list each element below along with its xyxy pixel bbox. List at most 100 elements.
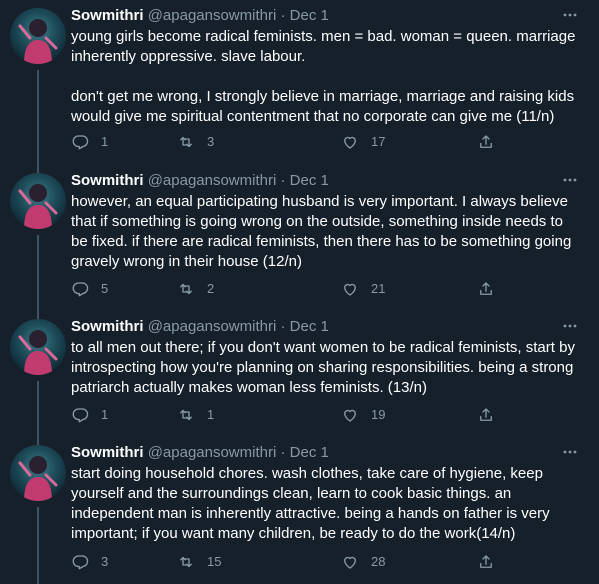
avatar-image <box>18 184 58 229</box>
reply-icon <box>72 282 89 297</box>
tweet[interactable]: Sowmithri @apagansowmithri · Dec 1 howev… <box>0 165 599 311</box>
more-icon <box>563 324 577 328</box>
retweet-button[interactable]: 15 <box>177 551 221 573</box>
thread-line <box>37 311 39 319</box>
separator: · <box>280 318 286 335</box>
like-count: 28 <box>371 554 386 569</box>
more-button[interactable] <box>561 443 579 461</box>
like-icon <box>344 409 356 422</box>
like-icon <box>344 283 356 296</box>
thread-line <box>37 165 39 173</box>
timestamp[interactable]: Dec 1 <box>290 7 329 24</box>
separator: · <box>280 7 286 24</box>
reply-count: 1 <box>101 407 109 422</box>
thread-line <box>37 70 39 165</box>
avatar-image <box>18 456 58 501</box>
display-name[interactable]: Sowmithri <box>71 7 144 24</box>
timestamp[interactable]: Dec 1 <box>290 444 329 461</box>
handle[interactable]: @apagansowmithri <box>148 318 277 335</box>
thread-line <box>37 437 39 445</box>
retweet-count: 3 <box>207 134 215 149</box>
reply-button[interactable]: 1 <box>71 404 108 426</box>
tweet-header: Sowmithri @apagansowmithri · Dec 1 <box>71 443 587 463</box>
tweet-actions: 1 1 19 <box>71 404 521 426</box>
tweet-actions: 5 2 21 <box>71 278 521 300</box>
thread-line <box>37 507 39 584</box>
timestamp[interactable]: Dec 1 <box>290 318 329 335</box>
retweet-button[interactable]: 2 <box>177 278 214 300</box>
more-icon <box>563 178 577 182</box>
tweet-header: Sowmithri @apagansowmithri · Dec 1 <box>71 317 587 337</box>
share-button[interactable] <box>477 278 507 300</box>
like-count: 17 <box>371 134 386 149</box>
retweet-count: 1 <box>207 407 215 422</box>
avatar-image <box>18 19 58 64</box>
like-button[interactable]: 21 <box>341 278 385 300</box>
reply-count: 5 <box>101 281 109 296</box>
handle[interactable]: @apagansowmithri <box>148 444 277 461</box>
display-name[interactable]: Sowmithri <box>71 172 144 189</box>
reply-icon <box>72 135 89 150</box>
tweet-actions: 3 15 28 <box>71 551 521 573</box>
reply-button[interactable]: 5 <box>71 278 108 300</box>
handle[interactable]: @apagansowmithri <box>148 172 277 189</box>
retweet-count: 15 <box>207 554 222 569</box>
reply-count: 3 <box>101 554 109 569</box>
like-button[interactable]: 19 <box>341 404 385 426</box>
handle[interactable]: @apagansowmithri <box>148 7 277 24</box>
tweet-text: to all men out there; if you don't want … <box>71 339 580 396</box>
retweet-icon <box>180 283 192 295</box>
more-icon <box>563 13 577 17</box>
like-count: 19 <box>371 407 386 422</box>
separator: · <box>280 444 286 461</box>
share-icon <box>480 555 492 568</box>
avatar[interactable] <box>10 8 66 64</box>
like-icon <box>344 556 356 569</box>
avatar[interactable] <box>10 445 66 501</box>
more-button[interactable] <box>561 6 579 24</box>
share-button[interactable] <box>477 131 507 153</box>
tweet-thread: Sowmithri @apagansowmithri · Dec 1 young… <box>0 0 599 584</box>
reply-button[interactable]: 3 <box>71 551 108 573</box>
tweet[interactable]: Sowmithri @apagansowmithri · Dec 1 start… <box>0 437 599 584</box>
reply-count: 1 <box>101 134 109 149</box>
retweet-count: 2 <box>207 281 215 296</box>
thread-line <box>37 235 39 311</box>
avatar-image <box>18 330 58 375</box>
retweet-icon <box>180 556 192 568</box>
like-icon <box>344 136 356 149</box>
like-button[interactable]: 17 <box>341 131 385 153</box>
tweet-header: Sowmithri @apagansowmithri · Dec 1 <box>71 171 587 191</box>
separator: · <box>280 172 286 189</box>
retweet-button[interactable]: 1 <box>177 404 214 426</box>
like-count: 21 <box>371 281 386 296</box>
retweet-icon <box>180 136 192 148</box>
thread-line <box>37 381 39 437</box>
more-button[interactable] <box>561 171 579 189</box>
more-icon <box>563 450 577 454</box>
reply-icon <box>72 408 89 423</box>
avatar[interactable] <box>10 173 66 229</box>
tweet-actions: 1 3 17 <box>71 131 521 153</box>
tweet-text: start doing household chores. wash cloth… <box>71 465 554 542</box>
display-name[interactable]: Sowmithri <box>71 318 144 335</box>
display-name[interactable]: Sowmithri <box>71 444 144 461</box>
timestamp[interactable]: Dec 1 <box>290 172 329 189</box>
share-icon <box>480 135 492 148</box>
tweet-text: however, an equal participating husband … <box>71 193 576 270</box>
share-icon <box>480 282 492 295</box>
more-button[interactable] <box>561 317 579 335</box>
retweet-button[interactable]: 3 <box>177 131 214 153</box>
tweet[interactable]: Sowmithri @apagansowmithri · Dec 1 to al… <box>0 311 599 437</box>
reply-button[interactable]: 1 <box>71 131 108 153</box>
avatar[interactable] <box>10 319 66 375</box>
like-button[interactable]: 28 <box>341 551 385 573</box>
tweet[interactable]: Sowmithri @apagansowmithri · Dec 1 young… <box>0 0 599 165</box>
share-icon <box>480 408 492 421</box>
tweet-header: Sowmithri @apagansowmithri · Dec 1 <box>71 6 587 26</box>
share-button[interactable] <box>477 551 507 573</box>
reply-icon <box>72 555 89 570</box>
retweet-icon <box>180 409 192 421</box>
tweet-text: young girls become radical feminists. me… <box>71 28 576 125</box>
share-button[interactable] <box>477 404 507 426</box>
